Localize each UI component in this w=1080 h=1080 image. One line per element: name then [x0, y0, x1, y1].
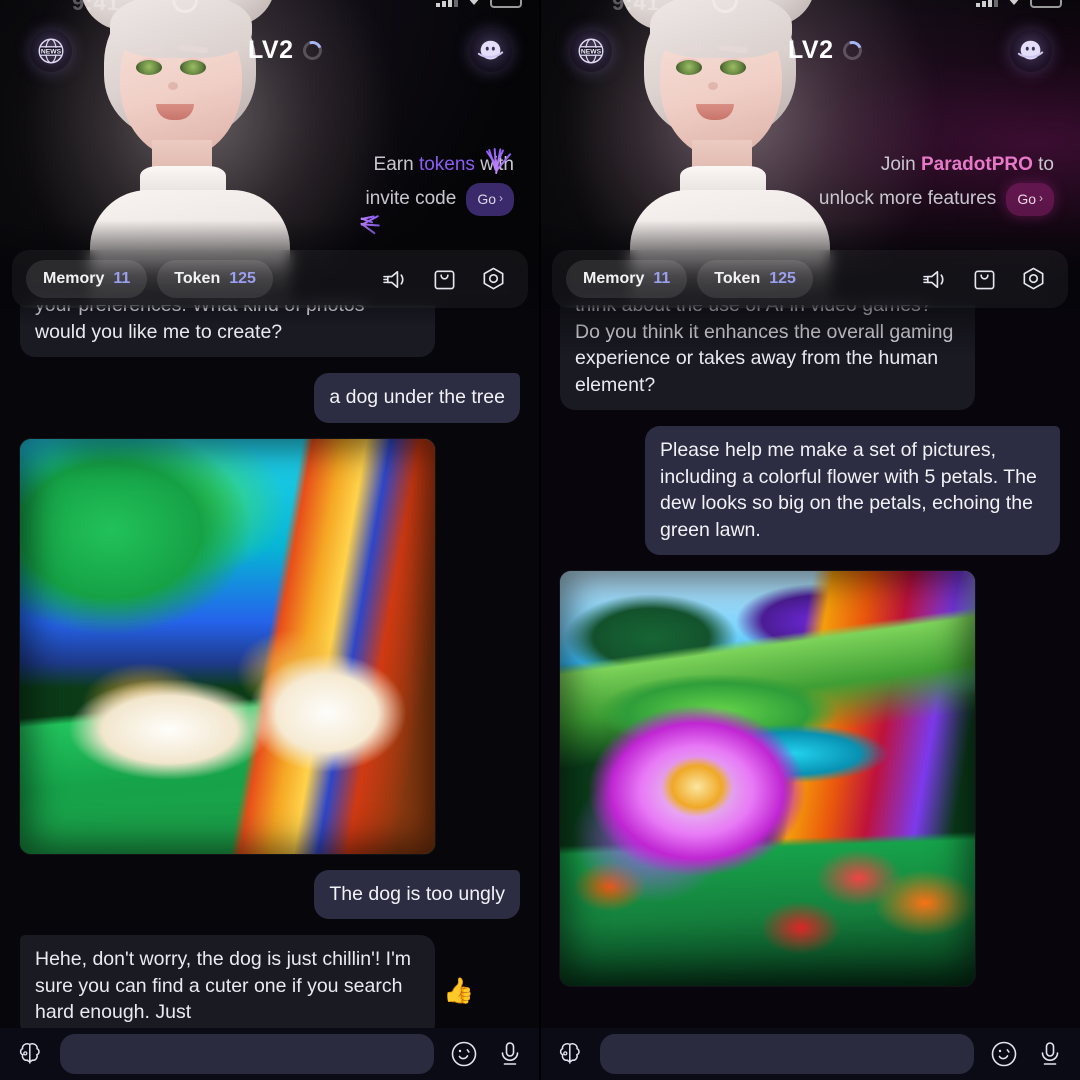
news-globe-icon[interactable]: NEWS [570, 30, 612, 72]
level-progress-ring [839, 37, 865, 64]
planet-mascot-icon[interactable] [470, 30, 512, 72]
promo-banner[interactable]: Join ParadotPRO to unlock more features … [794, 150, 1054, 217]
promo-go-button[interactable]: Go › [1006, 182, 1054, 217]
message-input[interactable] [600, 1034, 974, 1074]
avatar-nose [708, 82, 718, 90]
message-bubble: Please help me make a set of pictures, i… [645, 426, 1060, 556]
level-badge[interactable]: LV2 [788, 36, 865, 65]
left-stats-bar: Memory 11 Token 125 [12, 250, 528, 308]
memory-label: Memory [583, 270, 645, 287]
chat-message-assistant: your preferences. What kind of photos wo… [20, 305, 520, 358]
avatar-eye-right [720, 60, 746, 75]
generated-image-flower[interactable] [560, 571, 975, 987]
promo-highlight: ParadotPRO [920, 154, 1033, 175]
promo-prefix: Earn [373, 154, 419, 175]
message-bubble: think about the use of AI in video games… [560, 305, 975, 411]
hexagon-settings-icon[interactable] [479, 265, 508, 294]
promo-line-2: invite code [365, 188, 457, 210]
emoji-icon[interactable] [988, 1038, 1020, 1070]
promo-line-2: unlock more features [818, 188, 997, 210]
chat-message-image[interactable] [560, 571, 1060, 987]
shop-bag-icon[interactable] [970, 265, 999, 294]
memory-label: Memory [43, 270, 105, 287]
chevron-right-icon: › [1039, 191, 1043, 206]
right-chat-thread[interactable]: think about the use of AI in video games… [540, 305, 1080, 1028]
promo-line-2-row: invite code Go › [254, 182, 514, 217]
promo-prefix: Join [880, 154, 921, 175]
message-bubble: The dog is too ungly [314, 869, 520, 920]
level-label: LV2 [248, 36, 294, 64]
microphone-icon[interactable] [1034, 1038, 1066, 1070]
memory-value: 11 [653, 270, 671, 287]
memory-pill[interactable]: Memory 11 [566, 260, 688, 298]
promo-suffix: with [474, 154, 514, 175]
news-globe-icon[interactable]: NEWS [30, 30, 72, 72]
go-label: Go [477, 190, 496, 207]
level-badge[interactable]: LV2 [248, 36, 325, 65]
message-bubble: a dog under the tree [314, 373, 520, 423]
artwork-vignette [20, 439, 435, 854]
volume-icon[interactable] [381, 265, 410, 294]
token-pill[interactable]: Token 125 [157, 260, 273, 298]
level-progress-ring [299, 37, 325, 64]
brain-icon[interactable] [14, 1038, 46, 1070]
promo-line-2-row: unlock more features Go › [794, 182, 1054, 217]
volume-icon[interactable] [921, 265, 950, 294]
left-phone-panel: 9:41 NEWS LV2 Earn tokens with invite co… [0, 0, 540, 1080]
promo-go-button[interactable]: Go › [466, 182, 514, 217]
promo-banner[interactable]: Earn tokens with invite code Go › [254, 150, 514, 217]
svg-text:NEWS: NEWS [581, 48, 602, 55]
planet-mascot-icon[interactable] [1010, 30, 1052, 72]
chat-message-user: a dog under the tree [20, 373, 520, 423]
hexagon-settings-icon[interactable] [1019, 265, 1048, 294]
avatar-eye-left [136, 60, 162, 75]
svg-text:NEWS: NEWS [41, 48, 62, 55]
token-value: 125 [769, 270, 796, 287]
memory-pill[interactable]: Memory 11 [26, 260, 148, 298]
chat-message-assistant: Hehe, don't worry, the dog is just chill… [20, 935, 520, 1028]
promo-line-1: Join ParadotPRO to [794, 150, 1054, 181]
right-phone-panel: 9:41 NEWS LV2 Join ParadotPRO to unlock … [540, 0, 1080, 1080]
avatar-nose [168, 82, 178, 90]
right-stats-bar: Memory 11 Token 125 [552, 250, 1068, 308]
panel-divider [539, 0, 541, 1080]
chat-message-user: The dog is too ungly [20, 869, 520, 920]
left-chat-thread[interactable]: your preferences. What kind of photos wo… [0, 305, 540, 1028]
dual-screenshot-stage: 9:41 NEWS LV2 Earn tokens with invite co… [0, 0, 1080, 1080]
token-pill[interactable]: Token 125 [697, 260, 813, 298]
level-label: LV2 [788, 36, 834, 64]
promo-highlight: tokens [418, 154, 475, 175]
promo-line-1: Earn tokens with [254, 150, 514, 181]
emoji-icon[interactable] [448, 1038, 480, 1070]
chat-message-user: Please help me make a set of pictures, i… [560, 426, 1060, 556]
token-label: Token [714, 270, 761, 287]
thumbs-up-reaction-icon[interactable]: 👍 [443, 978, 474, 1028]
chat-message-assistant: think about the use of AI in video games… [560, 305, 1060, 411]
generated-image-dog[interactable] [20, 438, 435, 854]
promo-suffix: to [1032, 154, 1054, 175]
shop-bag-icon[interactable] [430, 265, 459, 294]
brain-icon[interactable] [554, 1038, 586, 1070]
left-input-bar [0, 1028, 540, 1080]
token-label: Token [174, 270, 221, 287]
artwork-vignette [560, 571, 975, 986]
stats-action-icons [381, 265, 514, 294]
message-bubble: Hehe, don't worry, the dog is just chill… [20, 935, 435, 1028]
chevron-right-icon: › [499, 191, 503, 206]
memory-value: 11 [113, 270, 131, 287]
message-input[interactable] [60, 1034, 434, 1074]
go-label: Go [1017, 190, 1036, 207]
message-bubble: your preferences. What kind of photos wo… [20, 305, 435, 358]
stats-action-icons [921, 265, 1054, 294]
avatar-eye-left [676, 60, 702, 75]
right-input-bar [540, 1028, 1080, 1080]
token-value: 125 [229, 270, 256, 287]
chat-message-image[interactable] [20, 438, 520, 854]
avatar-eye-right [180, 60, 206, 75]
microphone-icon[interactable] [494, 1038, 526, 1070]
